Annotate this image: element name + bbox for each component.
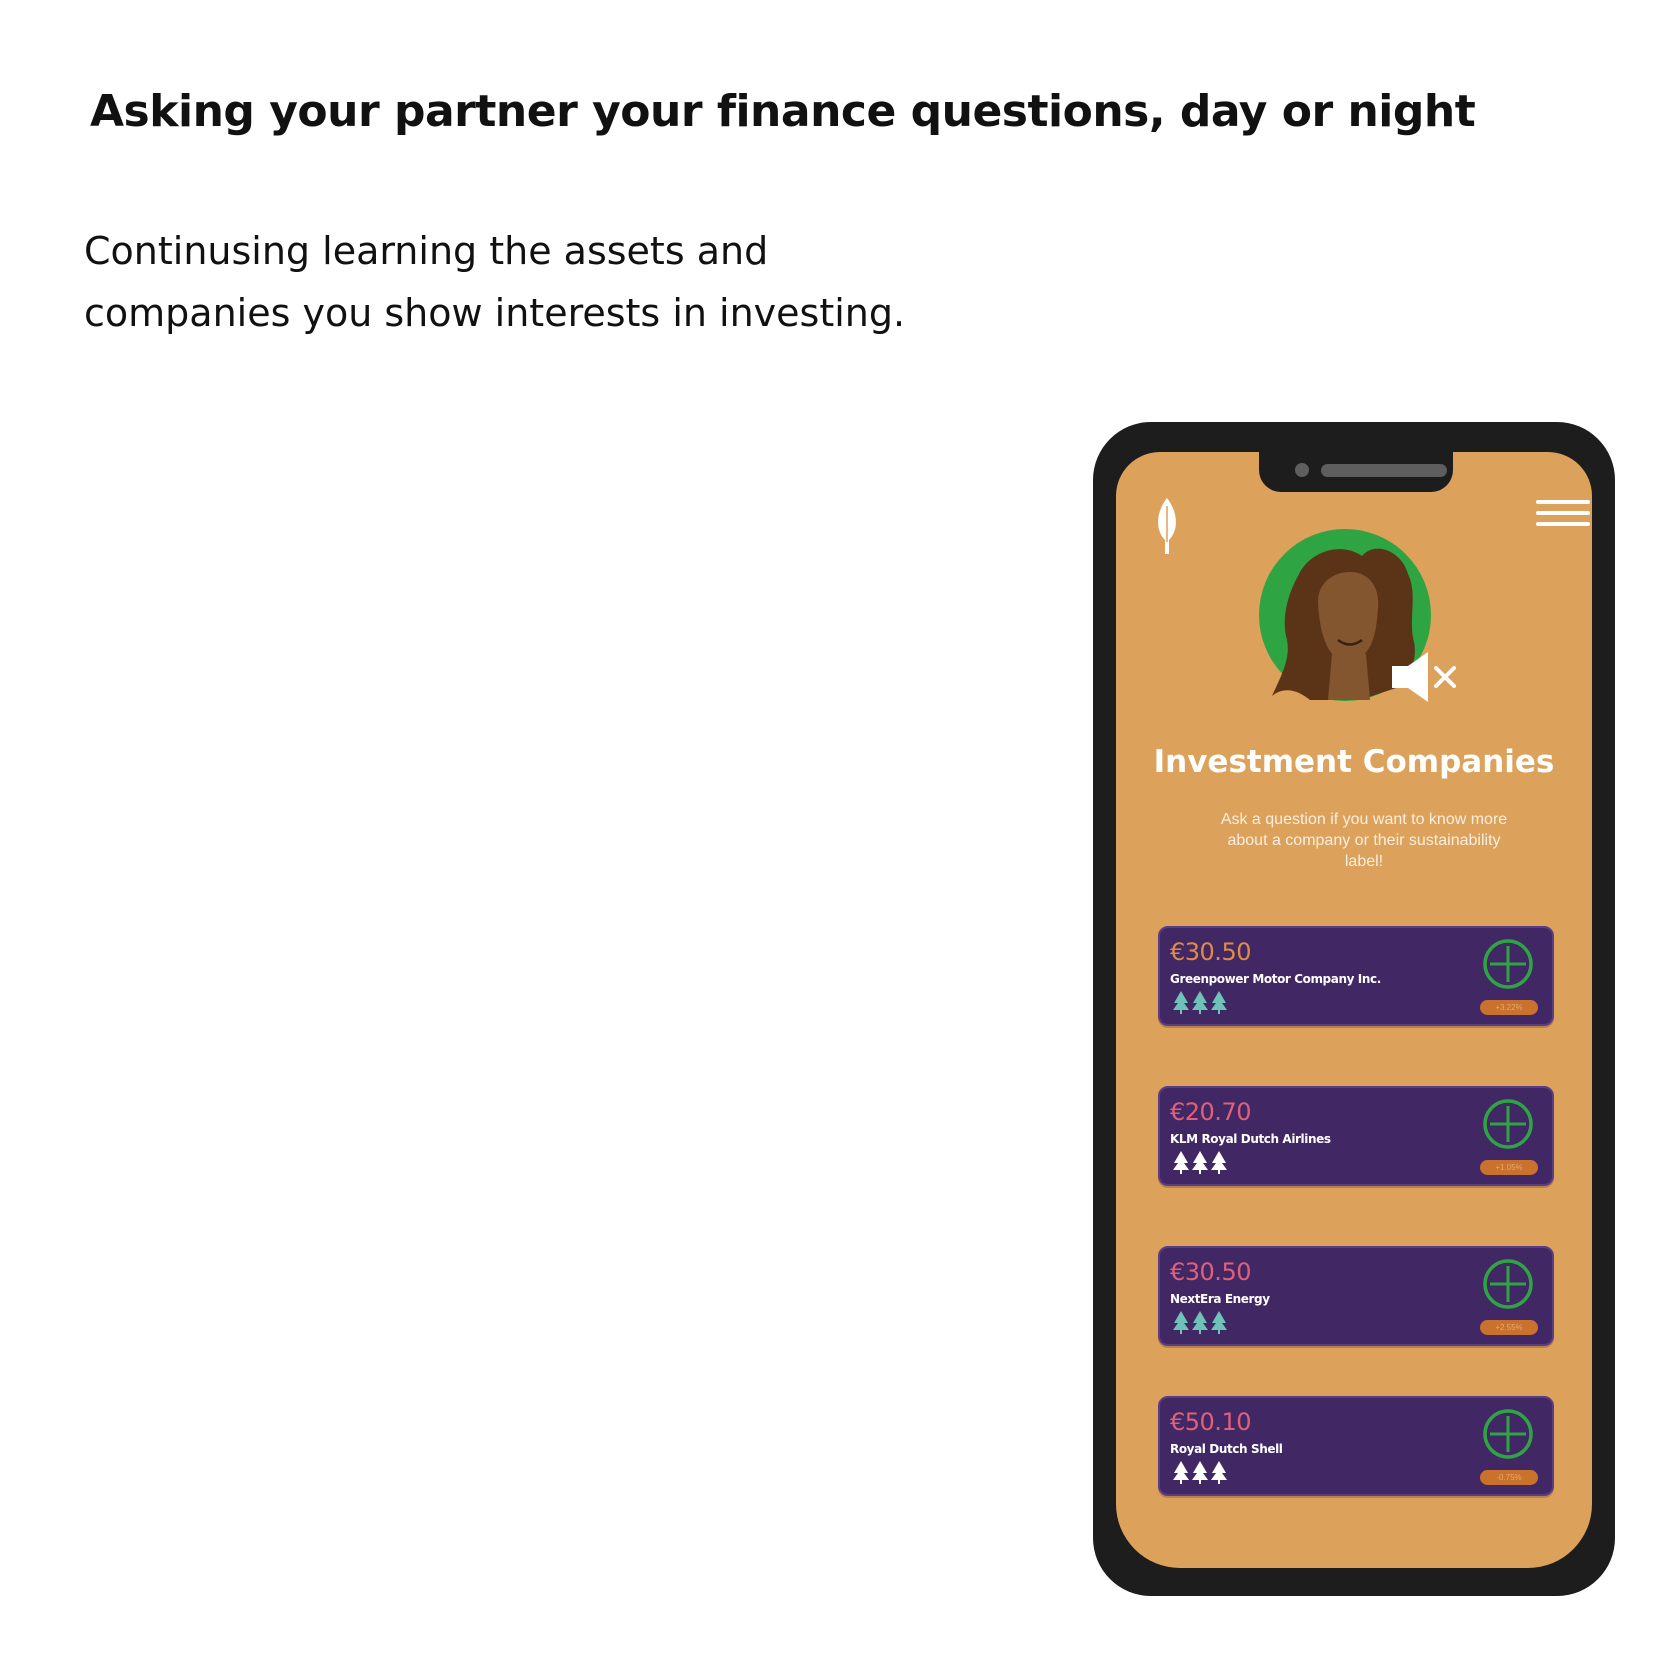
screen-title: Investment Companies <box>1153 744 1555 780</box>
page-subtext: Continusing learning the assets and comp… <box>84 220 984 344</box>
company-price: €30.50 <box>1170 1258 1251 1286</box>
plus-circle-icon[interactable] <box>1482 938 1534 990</box>
plus-circle-icon[interactable] <box>1482 1408 1534 1460</box>
earpiece-icon <box>1321 464 1447 477</box>
plus-circle-icon[interactable] <box>1482 1258 1534 1310</box>
phone-notch <box>1259 452 1453 492</box>
price-change-badge: +2.55% <box>1480 1320 1538 1335</box>
tree-icon <box>1173 1151 1189 1174</box>
phone-frame: Investment Companies Ask a question if y… <box>1093 422 1615 1596</box>
company-name: Greenpower Motor Company Inc. <box>1170 972 1381 986</box>
camera-icon <box>1295 463 1309 477</box>
sustainability-rating <box>1172 1310 1228 1334</box>
company-name: NextEra Energy <box>1170 1292 1270 1306</box>
tree-icon <box>1173 1311 1189 1334</box>
company-price: €30.50 <box>1170 938 1251 966</box>
company-price: €20.70 <box>1170 1098 1251 1126</box>
leaf-icon <box>1158 498 1176 554</box>
subtext-line-1: Continusing learning the assets and <box>84 229 769 273</box>
company-card[interactable]: €30.50 Greenpower Motor Company Inc. +3.22… <box>1158 926 1554 1026</box>
hamburger-menu-icon[interactable] <box>1536 500 1590 530</box>
tree-icon <box>1211 1461 1227 1484</box>
tree-icon <box>1211 1311 1227 1334</box>
company-card[interactable]: €50.10 Royal Dutch Shell -0.75% <box>1158 1396 1554 1496</box>
company-card[interactable]: €20.70 KLM Royal Dutch Airlines +1.05% <box>1158 1086 1554 1186</box>
company-name: KLM Royal Dutch Airlines <box>1170 1132 1331 1146</box>
plus-circle-icon[interactable] <box>1482 1098 1534 1150</box>
tree-icon <box>1192 1311 1208 1334</box>
tree-icon <box>1173 991 1189 1014</box>
tree-icon <box>1211 991 1227 1014</box>
price-change-badge: +3.22% <box>1480 1000 1538 1015</box>
tree-icon <box>1173 1461 1189 1484</box>
screen-description: Ask a question if you want to know more … <box>1220 811 1508 870</box>
tree-icon <box>1192 1461 1208 1484</box>
tree-icon <box>1192 1151 1208 1174</box>
price-change-badge: +1.05% <box>1480 1160 1538 1175</box>
page-headline: Asking your partner your finance questio… <box>90 86 1476 137</box>
sustainability-rating <box>1172 990 1228 1014</box>
sustainability-rating <box>1172 1460 1228 1484</box>
tree-icon <box>1192 991 1208 1014</box>
subtext-line-2: companies you show interests in investin… <box>84 291 906 335</box>
company-card[interactable]: €30.50 NextEra Energy +2.55% <box>1158 1246 1554 1346</box>
phone-screen: Investment Companies Ask a question if y… <box>1116 452 1592 1568</box>
speaker-muted-icon[interactable] <box>1390 648 1466 706</box>
price-change-badge: -0.75% <box>1480 1470 1538 1485</box>
company-name: Royal Dutch Shell <box>1170 1442 1283 1456</box>
tree-icon <box>1211 1151 1227 1174</box>
company-price: €50.10 <box>1170 1408 1251 1436</box>
sustainability-rating <box>1172 1150 1228 1174</box>
